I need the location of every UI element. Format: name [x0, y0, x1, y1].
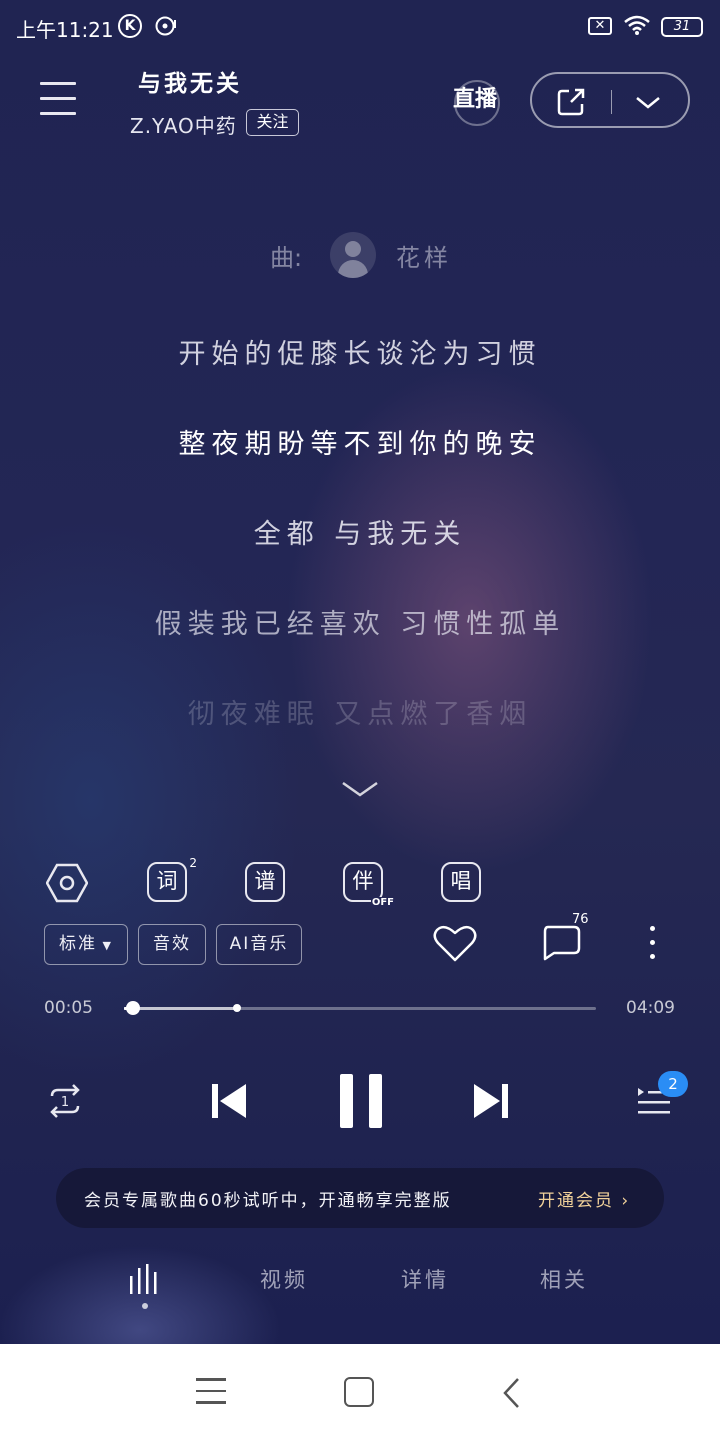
playlist-count-badge: 2	[658, 1071, 688, 1097]
vip-trial-banner[interactable]: 会员专属歌曲60秒试听中，开通畅享完整版 开通会员 ›	[56, 1168, 664, 1228]
status-time: 上午11:21	[16, 18, 114, 42]
composer-name[interactable]: 花样	[396, 238, 452, 273]
sing-icon: 唱	[441, 862, 481, 902]
dropdown-caret-icon: ▼	[97, 939, 113, 952]
song-title: 与我无关	[138, 70, 242, 97]
lyrics-tool-button[interactable]: 词 2	[147, 856, 197, 904]
back-icon[interactable]	[500, 1376, 524, 1410]
next-icon[interactable]	[472, 1082, 510, 1120]
player-screen: 上午11:21 K ✕ 31 与我无关 Z.YAO中药 关注 直播 曲: 花样 …	[0, 0, 720, 1344]
pause-icon	[340, 1074, 353, 1128]
lyric-line[interactable]: 假装我已经喜欢 习惯性孤单	[0, 602, 720, 641]
progress-thumb[interactable]	[126, 1001, 141, 1015]
header-action-pill	[530, 72, 690, 128]
open-vip-link[interactable]: 开通会员 ›	[538, 1186, 630, 1211]
current-time: 00:05	[44, 998, 93, 1018]
accompany-icon: 伴	[343, 862, 383, 902]
total-time: 04:09	[626, 998, 675, 1018]
composer-label: 曲:	[270, 244, 303, 272]
battery-icon: 31	[661, 17, 703, 37]
pause-button[interactable]	[338, 1074, 384, 1128]
comment-count: 76	[572, 912, 589, 927]
effects-button[interactable]: 音效	[138, 924, 206, 965]
accompany-tool-button[interactable]: 伴 OFF	[343, 862, 395, 908]
comment-icon[interactable]	[540, 924, 582, 962]
quality-select[interactable]: 标准 ▼	[44, 924, 128, 965]
composer-avatar[interactable]	[330, 232, 376, 278]
recent-apps-icon[interactable]	[196, 1378, 226, 1406]
artist-name[interactable]: Z.YAO中药	[130, 110, 237, 139]
live-button[interactable]: 直播	[448, 80, 502, 126]
buffer-marker	[233, 1004, 242, 1012]
progress-slider[interactable]	[124, 1001, 596, 1015]
tab-video[interactable]: 视频	[260, 1264, 308, 1294]
score-icon: 谱	[245, 862, 285, 902]
buffered-bar	[124, 1007, 238, 1010]
pill-divider	[611, 90, 612, 114]
expand-lyrics-chevron-icon[interactable]	[340, 778, 380, 800]
lyrics-count: 2	[189, 856, 197, 870]
score-tool-button[interactable]: 谱	[245, 862, 287, 904]
heart-icon[interactable]	[432, 922, 478, 964]
no-sim-icon: ✕	[588, 17, 612, 35]
system-navigation-bar	[0, 1344, 720, 1440]
sing-tool-button[interactable]: 唱	[441, 862, 483, 904]
music-disc-icon	[155, 16, 176, 36]
lyric-line[interactable]: 开始的促膝长谈沦为习惯	[0, 332, 720, 371]
settings-hexagon-icon[interactable]	[46, 862, 88, 904]
status-bar: 上午11:21 K ✕ 31	[0, 0, 720, 52]
lyrics-icon: 词	[147, 862, 187, 902]
tab-song-wave-icon[interactable]	[128, 1262, 162, 1296]
wifi-icon	[624, 15, 650, 35]
share-icon[interactable]	[556, 87, 586, 117]
vip-banner-text: 会员专属歌曲60秒试听中，开通畅享完整版	[84, 1191, 452, 1211]
lyric-line[interactable]: 彻夜难眠 又点燃了香烟	[0, 692, 720, 731]
repeat-one-icon: 1	[50, 1084, 80, 1118]
follow-button[interactable]: 关注	[246, 109, 299, 136]
quality-label: 标准	[59, 934, 98, 954]
repeat-one-button[interactable]: 1	[44, 1082, 86, 1120]
accompany-state: OFF	[370, 897, 395, 908]
tab-details[interactable]: 详情	[401, 1264, 449, 1294]
menu-button[interactable]	[40, 82, 76, 118]
tab-related[interactable]: 相关	[540, 1264, 588, 1294]
more-options-icon[interactable]	[648, 926, 656, 962]
ai-music-button[interactable]: AI音乐	[216, 924, 302, 965]
lyric-line-current[interactable]: 整夜期盼等不到你的晚安	[0, 422, 720, 461]
lyric-line[interactable]: 全都 与我无关	[0, 512, 720, 551]
previous-icon[interactable]	[210, 1082, 248, 1120]
active-tab-indicator	[142, 1303, 148, 1309]
collapse-chevron-icon[interactable]	[634, 90, 662, 114]
repeat-badge: 1	[61, 1095, 69, 1110]
home-icon[interactable]	[344, 1377, 374, 1407]
k-app-icon: K	[118, 14, 142, 38]
